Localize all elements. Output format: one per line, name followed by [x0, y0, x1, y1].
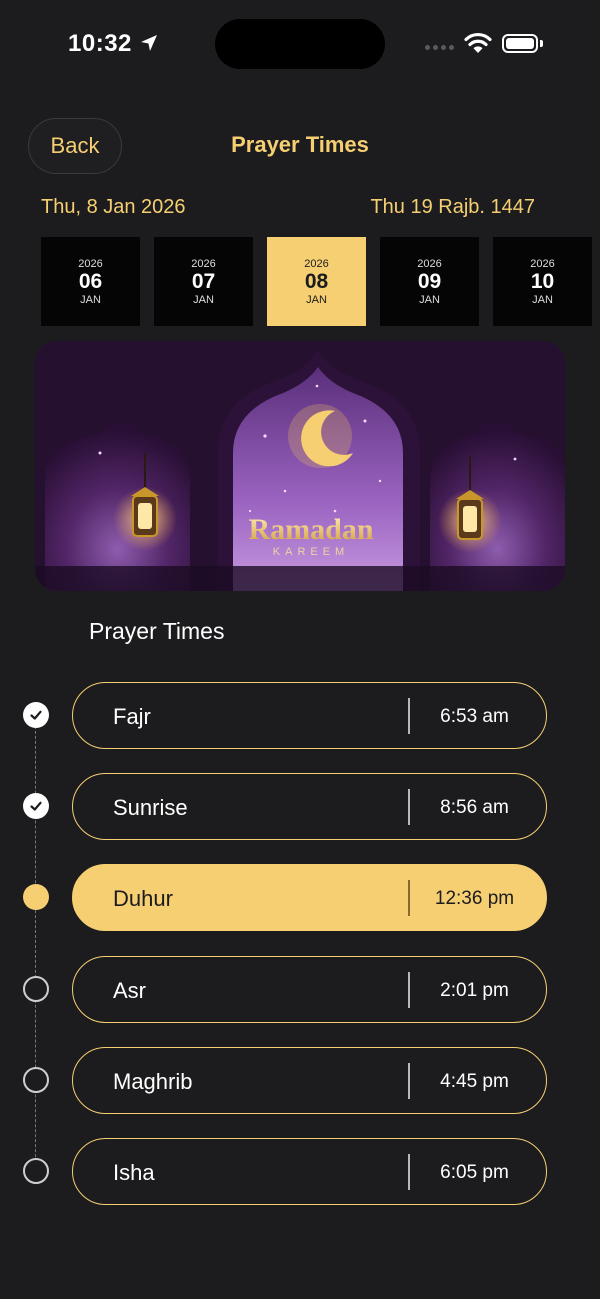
cellular-signal-icon — [425, 45, 454, 50]
empty-circle-icon — [23, 1067, 49, 1093]
prayer-time: 8:56 am — [440, 797, 509, 818]
battery-icon — [502, 34, 538, 53]
banner-subtitle: KAREEM — [273, 546, 349, 558]
ramadan-banner: Ramadan KAREEM — [35, 341, 565, 591]
timeline-line — [35, 716, 36, 1172]
prayer-row-maghrib[interactable]: Maghrib 4:45 pm — [72, 1047, 547, 1114]
prayer-name: Maghrib — [113, 1069, 193, 1094]
banner-title: Ramadan — [248, 513, 373, 546]
status-time: 10:32 — [68, 30, 132, 57]
date-year: 2026 — [530, 257, 555, 270]
row-divider — [408, 1063, 410, 1099]
date-cell-08-selected[interactable]: 2026 08 JAN — [267, 237, 366, 326]
date-month: JAN — [193, 293, 214, 306]
date-month: JAN — [306, 293, 327, 306]
date-month: JAN — [532, 293, 553, 306]
battery-tip — [540, 40, 543, 47]
row-divider — [408, 972, 410, 1008]
prayer-name: Sunrise — [113, 795, 188, 820]
date-cell-07[interactable]: 2026 07 JAN — [154, 237, 253, 326]
row-divider — [408, 698, 410, 734]
date-day: 10 — [530, 269, 555, 293]
back-button[interactable]: Back — [28, 118, 122, 174]
date-day: 08 — [304, 269, 329, 293]
row-divider — [408, 1154, 410, 1190]
row-divider — [408, 789, 410, 825]
prayer-row-fajr[interactable]: Fajr 6:53 am — [72, 682, 547, 749]
prayer-row-asr[interactable]: Asr 2:01 pm — [72, 956, 547, 1023]
prayer-time: 6:53 am — [440, 706, 509, 727]
check-icon — [23, 702, 49, 728]
prayer-name: Isha — [113, 1160, 155, 1185]
date-cell-09[interactable]: 2026 09 JAN — [380, 237, 479, 326]
prayer-time: 6:05 pm — [440, 1162, 509, 1183]
empty-circle-icon — [23, 976, 49, 1002]
date-year: 2026 — [417, 257, 442, 270]
date-cell-10[interactable]: 2026 10 JAN — [493, 237, 592, 326]
page-title: Prayer Times — [231, 132, 369, 157]
date-strip[interactable]: 2026 06 JAN 2026 07 JAN 2026 08 JAN 2026… — [0, 237, 600, 326]
row-divider — [408, 880, 410, 916]
empty-circle-icon — [23, 1158, 49, 1184]
prayer-name: Fajr — [113, 704, 151, 729]
date-cell-06[interactable]: 2026 06 JAN — [41, 237, 140, 326]
hijri-date: Thu 19 Rajb. 1447 — [370, 196, 535, 218]
gregorian-date: Thu, 8 Jan 2026 — [41, 196, 186, 218]
date-year: 2026 — [191, 257, 216, 270]
prayer-time: 2:01 pm — [440, 980, 509, 1001]
section-title: Prayer Times — [89, 618, 225, 644]
wifi-icon — [464, 32, 492, 53]
location-arrow-icon — [141, 35, 157, 51]
prayer-time: 4:45 pm — [440, 1071, 509, 1092]
prayer-row-sunrise[interactable]: Sunrise 8:56 am — [72, 773, 547, 840]
date-day: 07 — [191, 269, 216, 293]
date-day: 09 — [417, 269, 442, 293]
date-year: 2026 — [78, 257, 103, 270]
check-icon — [23, 793, 49, 819]
prayer-row-duhur[interactable]: Duhur 12:36 pm — [72, 864, 547, 931]
ramadan-illustration: Ramadan KAREEM — [35, 341, 565, 591]
date-month: JAN — [419, 293, 440, 306]
date-year: 2026 — [304, 257, 329, 270]
prayer-time: 12:36 pm — [434, 888, 515, 909]
prayer-name: Asr — [113, 978, 146, 1003]
dynamic-island — [215, 19, 385, 69]
prayer-name: Duhur — [113, 886, 173, 911]
date-month: JAN — [80, 293, 101, 306]
date-day: 06 — [78, 269, 103, 293]
prayer-row-isha[interactable]: Isha 6:05 pm — [72, 1138, 547, 1205]
current-dot-icon — [23, 884, 49, 910]
